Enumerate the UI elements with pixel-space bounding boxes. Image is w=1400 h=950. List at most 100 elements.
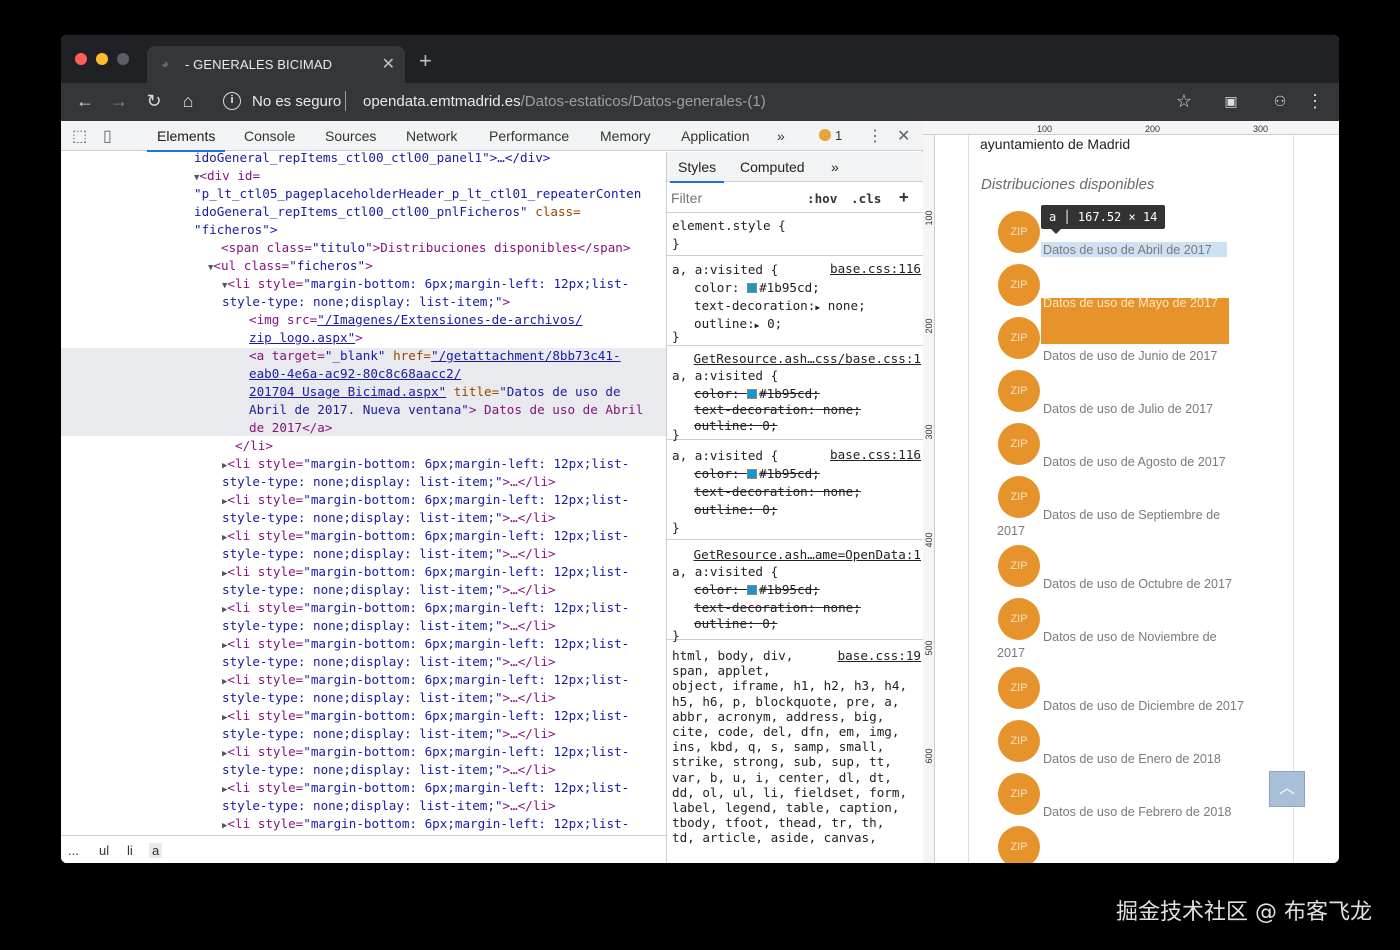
dom-line-selected[interactable]: eab0-4e6a-ac92-80c8c68aacc2/ — [249, 365, 461, 383]
zip-icon[interactable]: ZIP — [998, 667, 1040, 709]
zip-icon[interactable]: ZIP — [998, 423, 1040, 465]
breadcrumb-ellipsis[interactable]: ... — [68, 843, 79, 858]
inspect-element-icon[interactable]: ⬚ — [72, 126, 87, 146]
more-tabs-button[interactable]: » — [777, 128, 785, 144]
dom-line[interactable]: ▶<li style="margin-bottom: 6px;margin-le… — [222, 815, 629, 836]
color-swatch[interactable] — [747, 389, 758, 399]
dom-line[interactable]: style-type: none;display: list-item;">…<… — [222, 473, 556, 491]
tab-styles[interactable]: Styles — [669, 159, 725, 183]
tab-sources[interactable]: Sources — [325, 128, 376, 144]
dom-line[interactable]: "p_lt_ctl05_pageplaceholderHeader_p_lt_c… — [194, 185, 641, 203]
minimize-window-button[interactable] — [96, 53, 108, 65]
dataset-link[interactable]: Datos de uso de Junio de 2017 — [1043, 348, 1263, 364]
breadcrumb-a[interactable]: a — [149, 843, 163, 858]
warning-icon[interactable] — [819, 129, 831, 141]
rule-declaration[interactable]: outline:▶ 0; — [694, 315, 782, 335]
rule-source-link[interactable]: GetResource.ash…css/base.css:1 — [694, 351, 921, 366]
dom-line-selected[interactable]: de 2017</a> — [249, 419, 332, 437]
close-tab-icon[interactable]: ✕ — [382, 54, 395, 74]
home-icon[interactable]: ⌂ — [176, 89, 200, 113]
extension-icon[interactable]: ▣ — [1219, 89, 1243, 113]
info-icon[interactable]: i — [223, 92, 241, 110]
new-tab-button[interactable]: + — [419, 48, 432, 74]
dataset-link[interactable]: Datos de uso de Abril de 2017 — [1043, 242, 1263, 258]
forward-icon[interactable]: → — [107, 89, 131, 113]
rule-declaration[interactable]: text-decoration:▶ none; — [694, 297, 866, 317]
dom-line[interactable]: style-type: none;display: list-item;">…<… — [222, 689, 556, 707]
dom-line[interactable]: style-type: none;display: list-item;">…<… — [222, 581, 556, 599]
hov-toggle[interactable]: :hov — [807, 191, 837, 206]
rule-declaration[interactable]: text-decoration: none; — [694, 599, 861, 617]
rule-declaration[interactable]: outline: 0; — [694, 615, 777, 633]
zip-icon[interactable]: ZIP — [998, 773, 1040, 815]
close-devtools-icon[interactable]: ✕ — [897, 126, 910, 146]
rule-source-link[interactable]: GetResource.ash…ame=OpenData:1 — [694, 547, 921, 562]
zip-icon[interactable]: ZIP — [998, 317, 1040, 359]
profile-icon[interactable]: ⚇ — [1268, 89, 1292, 113]
tab-application[interactable]: Application — [681, 128, 750, 144]
dom-line[interactable]: style-type: none;display: list-item;">…<… — [222, 509, 556, 527]
dom-line[interactable]: style-type: none;display: list-item;">…<… — [222, 653, 556, 671]
cls-toggle[interactable]: .cls — [851, 191, 881, 206]
scroll-to-top-button[interactable]: ︿ — [1269, 771, 1305, 807]
reload-icon[interactable]: ↻ — [142, 89, 166, 113]
back-icon[interactable]: ← — [73, 89, 97, 113]
dataset-link[interactable]: Datos de uso de Noviembre de 2017 — [997, 629, 1263, 661]
rule-declaration[interactable]: outline: 0; — [694, 501, 777, 519]
rule-declaration[interactable]: color: #1b95cd; — [694, 385, 820, 403]
dom-line[interactable]: zip logo.aspx"> — [249, 329, 363, 347]
breadcrumb-ul[interactable]: ul — [99, 843, 109, 858]
dom-line[interactable]: <span class="titulo">Distribuciones disp… — [221, 239, 630, 257]
bookmark-star-icon[interactable]: ☆ — [1172, 89, 1196, 113]
dom-line-selected[interactable]: <a target="_blank" href="/getattachment/… — [249, 347, 621, 365]
tab-elements[interactable]: Elements — [146, 128, 226, 152]
dom-line[interactable]: style-type: none;display: list-item;"> — [222, 293, 510, 311]
tab-performance[interactable]: Performance — [489, 128, 569, 144]
zip-icon[interactable]: ZIP — [998, 545, 1040, 587]
zip-icon[interactable]: ZIP — [998, 476, 1040, 518]
address-bar[interactable]: i No es seguro opendata.emtmadrid.es/Dat… — [221, 89, 1221, 115]
expand-caret-icon[interactable]: ▶ — [755, 321, 760, 330]
color-swatch[interactable] — [747, 283, 758, 293]
close-window-button[interactable] — [75, 53, 87, 65]
rule-declaration[interactable]: text-decoration: none; — [694, 401, 861, 419]
zip-icon[interactable]: ZIP — [998, 826, 1040, 863]
more-style-tabs-button[interactable]: » — [831, 159, 839, 175]
tab-computed[interactable]: Computed — [740, 159, 805, 175]
dataset-link[interactable]: Datos de uso de Febrero de 2018 — [1043, 804, 1263, 820]
dom-line[interactable]: style-type: none;display: list-item;">…<… — [222, 797, 556, 815]
dom-line-selected[interactable]: 201704 Usage Bicimad.aspx" title="Datos … — [249, 383, 621, 401]
expand-caret-icon[interactable]: ▶ — [815, 303, 820, 312]
dom-link[interactable]: zip logo.aspx" — [249, 330, 355, 345]
dataset-link[interactable]: Datos de uso de Enero de 2018 — [1043, 751, 1263, 767]
rule-source-link[interactable]: base.css:116 — [830, 447, 921, 462]
dom-line-selected[interactable]: Abril de 2017. Nueva ventana"> Datos de … — [249, 401, 643, 419]
dataset-link[interactable]: Datos de uso de Octubre de 2017 — [1043, 576, 1263, 592]
rule-declaration[interactable]: color: #1b95cd; — [694, 465, 820, 483]
breadcrumb-li[interactable]: li — [127, 843, 133, 858]
rule-source-link[interactable]: base.css:116 — [830, 261, 921, 276]
dom-line[interactable]: <img src="/Imagenes/Extensiones-de-archi… — [249, 311, 583, 329]
zip-icon[interactable]: ZIP — [998, 264, 1040, 306]
dataset-link[interactable]: Datos de uso de Julio de 2017 — [1043, 401, 1263, 417]
browser-tab[interactable]: ◕ - GENERALES BICIMAD ✕ — [147, 46, 405, 83]
zip-icon[interactable]: ZIP — [998, 370, 1040, 412]
dom-line[interactable]: style-type: none;display: list-item;">…<… — [222, 617, 556, 635]
color-swatch[interactable] — [747, 585, 758, 595]
dom-link[interactable]: 201704 Usage Bicimad.aspx" — [249, 384, 446, 399]
tab-network[interactable]: Network — [406, 128, 457, 144]
zip-icon[interactable]: ZIP — [998, 211, 1040, 253]
dom-link[interactable]: "/getattachment/8bb73c41- — [431, 348, 621, 363]
device-toolbar-icon[interactable]: ▯ — [103, 126, 112, 146]
new-rule-button[interactable]: + — [899, 187, 909, 206]
dataset-link[interactable]: Datos de uso de Mayo de 2017 — [1043, 295, 1263, 311]
rule-declaration[interactable]: color: #1b95cd; — [694, 581, 820, 599]
dom-link[interactable]: eab0-4e6a-ac92-80c8c68aacc2/ — [249, 366, 461, 381]
dom-line[interactable]: </li> — [235, 437, 273, 455]
rule-declaration[interactable]: outline: 0; — [694, 417, 777, 435]
dom-link[interactable]: "/Imagenes/Extensiones-de-archivos/ — [317, 312, 582, 327]
zoom-window-button[interactable] — [117, 53, 129, 65]
dom-line[interactable]: idoGeneral_repItems_ctl00_ctl00_panel1">… — [194, 152, 550, 167]
rule-declaration[interactable]: color: #1b95cd; — [694, 279, 820, 297]
zip-icon[interactable]: ZIP — [998, 720, 1040, 762]
